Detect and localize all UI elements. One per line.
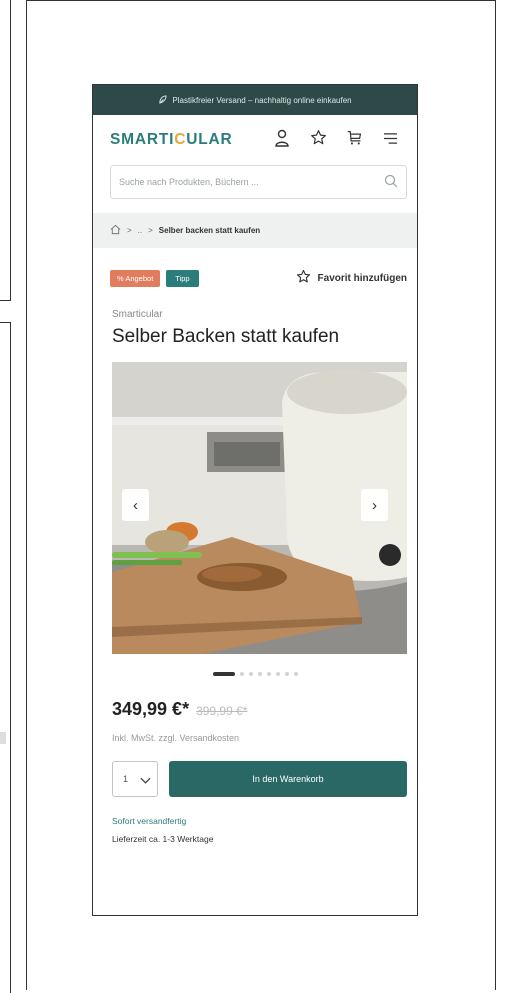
gallery-prev-button[interactable]: ‹ [122,489,149,521]
gallery-pagination [93,670,417,678]
pagination-dot[interactable] [275,672,280,676]
stock-status: Sofort versandfertig [112,816,187,826]
star-outline-icon [296,269,311,288]
add-favorite-label: Favorit hinzufügen [317,272,407,284]
quantity-select[interactable]: 1 [112,761,158,797]
offer-badge: % Angebot [110,269,161,287]
adjacent-frame-marker [0,732,6,744]
home-icon[interactable] [110,224,121,237]
leaf-icon [158,94,167,106]
pagination-dot[interactable] [257,672,262,676]
account-icon[interactable] [272,129,292,152]
top-banner: Plastikfreier Versand – nachhaltig onlin… [93,85,417,115]
add-to-cart-button[interactable]: In den Warenkorb [169,761,407,797]
pagination-dot[interactable] [248,672,253,676]
product-tags: % Angebot Tipp Favorit hinzufügen [93,267,417,289]
breadcrumb-current: Selber backen statt kaufen [158,226,261,235]
chevron-down-icon [140,772,151,787]
breadcrumb-separator: > [127,226,132,235]
quantity-value: 1 [123,774,129,784]
delivery-time: Lieferzeit ca. 1-3 Werktage [112,834,214,844]
chevron-left-icon: ‹ [133,496,138,514]
product-title: Selber Backen statt kaufen [112,326,340,347]
original-price: 399,99 €* [196,704,248,718]
pagination-dot-active[interactable] [212,672,235,676]
search-icon[interactable] [384,174,398,190]
pagination-dot[interactable] [284,672,289,676]
buy-box: 1 In den Warenkorb [112,761,407,797]
favorite-star-icon[interactable] [308,129,328,151]
gallery-next-button[interactable]: › [361,489,388,521]
menu-icon[interactable] [380,130,400,150]
adjacent-frame-top [0,0,11,301]
pagination-dot[interactable] [293,672,298,676]
product-brand[interactable]: Smarticular [112,309,417,320]
adjacent-frame-bottom [0,322,11,993]
chevron-right-icon: › [372,496,377,514]
tip-badge: Tipp [166,269,199,287]
breadcrumb: > .. > Selber backen statt kaufen [93,213,417,248]
product-price: 349,99 €* [112,699,190,719]
breadcrumb-separator: > [148,226,153,235]
banner-text: Plastikfreier Versand – nachhaltig onlin… [172,95,352,105]
price-row: 349,99 €* 399,99 €* [112,699,417,720]
pagination-dot[interactable] [239,672,244,676]
add-favorite-button[interactable]: Favorit hinzufügen [296,269,407,288]
search-placeholder: Suche nach Produkten, Büchern ... [119,177,259,187]
site-logo[interactable]: SMARTICULAR [110,131,272,149]
mobile-page: Plastikfreier Versand – nachhaltig onlin… [92,84,418,916]
pagination-dot[interactable] [266,672,271,676]
tax-note: Inkl. MwSt. zzgl. Versandkosten [112,733,240,743]
site-header: SMARTICULAR [93,115,417,165]
cart-icon[interactable] [344,129,364,151]
breadcrumb-ellipsis[interactable]: .. [138,226,142,235]
product-image-gallery[interactable]: ‹ › [112,362,407,654]
search-input[interactable]: Suche nach Produkten, Büchern ... [110,165,407,199]
